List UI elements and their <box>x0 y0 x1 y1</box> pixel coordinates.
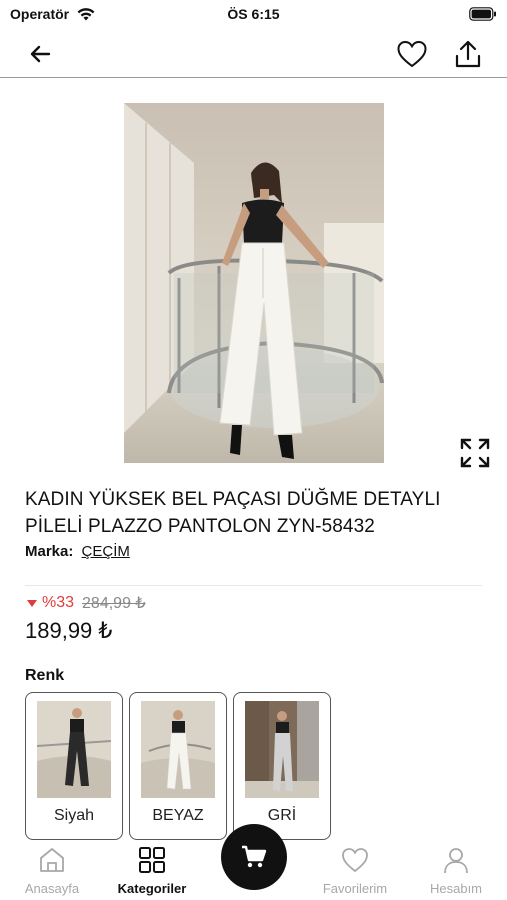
color-option-beyaz[interactable]: BEYAZ <box>129 692 227 840</box>
color-thumbnail <box>245 701 319 798</box>
color-label: Siyah <box>53 807 95 824</box>
home-icon <box>40 848 64 872</box>
back-button[interactable] <box>24 38 56 70</box>
tab-kategoriler[interactable]: Kategoriler <box>107 845 197 896</box>
product-title-line-2: PİLELİ PLAZZO PANTOLON ZYN-58432 <box>25 516 375 537</box>
expand-icon <box>460 438 490 468</box>
divider <box>25 585 482 586</box>
share-button[interactable] <box>450 36 486 72</box>
current-price: 189,99 ₺ <box>25 618 113 643</box>
favorite-button[interactable] <box>394 36 430 72</box>
tab-hesabim[interactable]: Hesabım <box>411 845 501 896</box>
arrow-left-icon <box>30 45 51 63</box>
user-icon <box>444 848 468 874</box>
down-arrow-icon <box>27 599 37 607</box>
color-option-gri[interactable]: GRİ <box>233 692 331 840</box>
status-bar: Operatör ÖS 6:15 <box>0 0 507 30</box>
heart-icon <box>342 848 368 873</box>
brand-link[interactable]: ÇEÇİM <box>82 543 130 560</box>
cart-button[interactable] <box>221 824 287 890</box>
discount-row: %33 284,99 ₺ <box>27 593 146 613</box>
product-image[interactable] <box>124 103 384 463</box>
tab-label: Anasayfa <box>24 881 80 896</box>
tab-label: Hesabım <box>429 881 483 896</box>
old-price: 284,99 ₺ <box>82 595 146 612</box>
color-option-siyah[interactable]: Siyah <box>25 692 123 840</box>
tab-favorilerim[interactable]: Favorilerim <box>310 845 400 896</box>
status-time: ÖS 6:15 <box>227 6 280 22</box>
brand-label: Marka: <box>25 543 74 560</box>
tab-label: Favorilerim <box>322 881 388 896</box>
color-label: BEYAZ <box>152 807 204 824</box>
product-title: KADIN YÜKSEK BEL PAÇASI DÜĞME DETAYLI Pİ… <box>25 486 490 540</box>
tab-anasayfa[interactable]: Anasayfa <box>7 845 97 896</box>
heart-icon <box>397 40 427 68</box>
brand-row: Marka: ÇEÇİM <box>25 543 130 560</box>
tab-label: Kategoriler <box>117 881 187 896</box>
color-heading: Renk <box>25 667 65 684</box>
share-icon <box>455 40 481 68</box>
grid-icon <box>139 847 165 873</box>
color-thumbnail <box>141 701 215 798</box>
battery-icon <box>469 7 496 21</box>
color-thumbnail <box>37 701 111 798</box>
color-label: GRİ <box>267 807 297 824</box>
product-title-line-1: KADIN YÜKSEK BEL PAÇASI DÜĞME DETAYLI <box>25 489 441 510</box>
discount-percent: %33 <box>42 594 75 611</box>
expand-button[interactable] <box>458 436 492 470</box>
nav-bar <box>0 30 507 78</box>
product-photo-illustration <box>124 103 384 463</box>
cart-icon <box>242 845 267 868</box>
